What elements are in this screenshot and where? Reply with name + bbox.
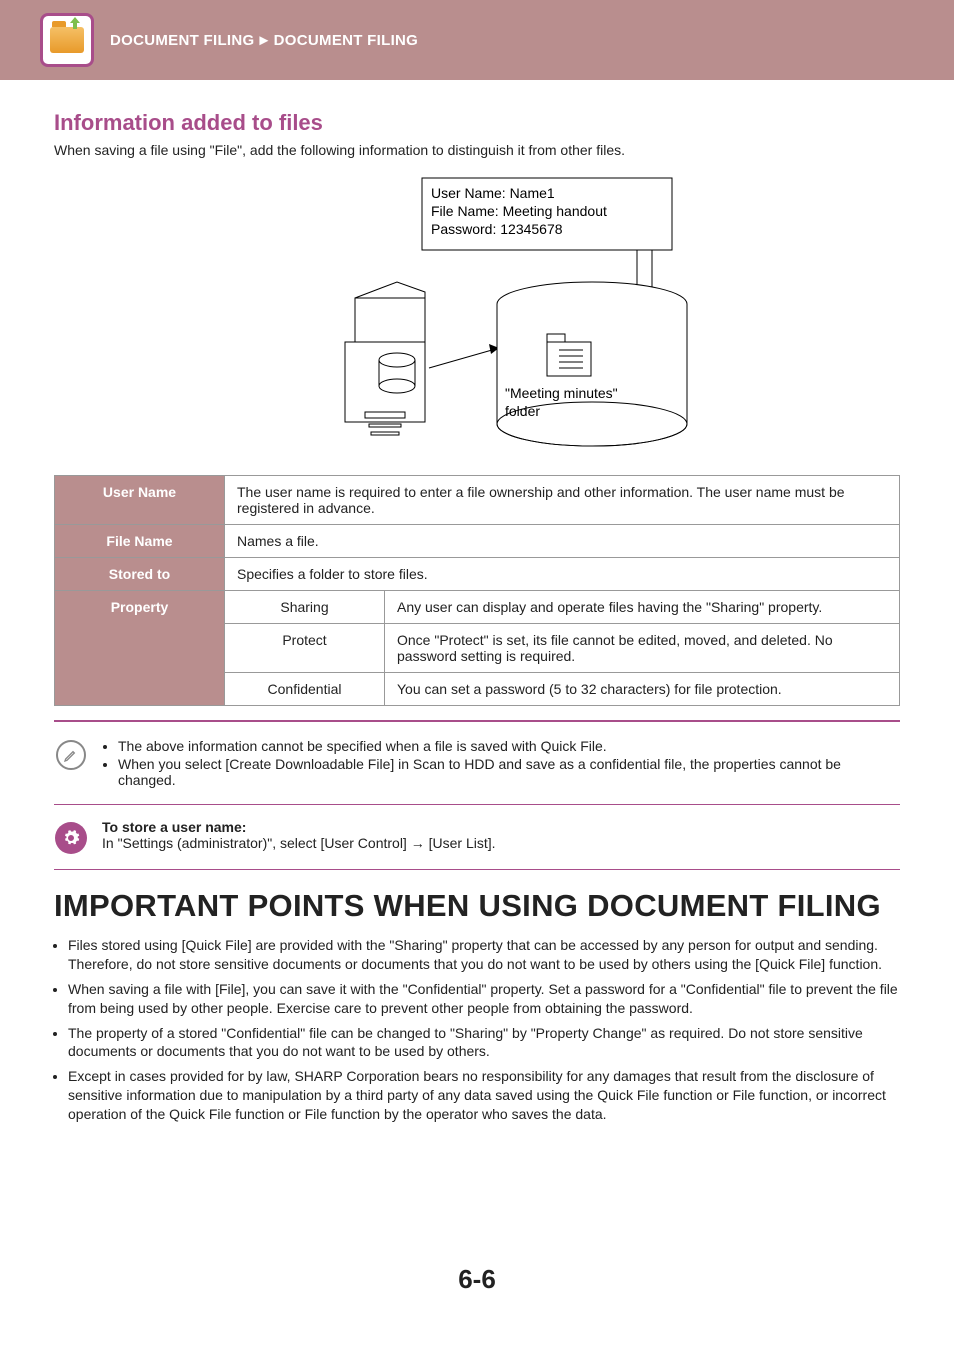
diagram: User Name: Name1 File Name: Meeting hand… <box>54 172 900 455</box>
breadcrumb-part-a[interactable]: DOCUMENT FILING <box>110 32 255 49</box>
note-bullet: When you select [Create Downloadable Fil… <box>118 756 900 788</box>
callout-line2: File Name: Meeting handout <box>431 203 607 219</box>
diagram-svg: User Name: Name1 File Name: Meeting hand… <box>197 172 757 452</box>
property-desc: You can set a password (5 to 32 characte… <box>385 673 900 706</box>
breadcrumb-arrow: ► <box>257 32 272 49</box>
property-sub: Confidential <box>225 673 385 706</box>
important-points-list: Files stored using [Quick File] are prov… <box>54 936 900 1124</box>
row-label: User Name <box>55 476 225 525</box>
row-label: File Name <box>55 525 225 558</box>
important-heading: IMPORTANT POINTS WHEN USING DOCUMENT FIL… <box>54 888 900 924</box>
folder-upload-icon <box>40 13 94 67</box>
callout-line3: Password: 12345678 <box>431 221 563 237</box>
gear-icon <box>54 821 88 855</box>
note-block: The above information cannot be specifie… <box>54 736 900 790</box>
page-content: Information added to files When saving a… <box>0 80 954 1335</box>
list-item: Except in cases provided for by law, SHA… <box>68 1067 900 1124</box>
row-label: Stored to <box>55 558 225 591</box>
header-bar: DOCUMENT FILING►DOCUMENT FILING <box>0 0 954 80</box>
section-heading: Information added to files <box>54 110 900 136</box>
property-sub: Sharing <box>225 591 385 624</box>
settings-note-title: To store a user name: <box>102 819 900 835</box>
list-item: The property of a stored "Confidential" … <box>68 1024 900 1062</box>
row-desc: Specifies a folder to store files. <box>225 558 900 591</box>
page-number: 6-6 <box>54 1264 900 1295</box>
info-table: User Name The user name is required to e… <box>54 475 900 706</box>
settings-note-block: To store a user name: In "Settings (admi… <box>54 819 900 855</box>
pen-note-icon <box>54 738 88 772</box>
breadcrumb: DOCUMENT FILING►DOCUMENT FILING <box>110 32 418 49</box>
row-desc: Names a file. <box>225 525 900 558</box>
breadcrumb-part-b[interactable]: DOCUMENT FILING <box>274 32 419 49</box>
list-item: When saving a file with [File], you can … <box>68 980 900 1018</box>
table-row: File Name Names a file. <box>55 525 900 558</box>
settings-note-body: In "Settings (administrator)", select [U… <box>102 835 900 851</box>
folder-label-a: "Meeting minutes" <box>505 385 618 401</box>
property-desc: Once "Protect" is set, its file cannot b… <box>385 624 900 673</box>
intro-text: When saving a file using "File", add the… <box>54 142 900 158</box>
row-label: Property <box>55 591 225 706</box>
row-desc: The user name is required to enter a fil… <box>225 476 900 525</box>
printer-icon <box>345 282 425 435</box>
table-row: Stored to Specifies a folder to store fi… <box>55 558 900 591</box>
list-item: Files stored using [Quick File] are prov… <box>68 936 900 974</box>
property-desc: Any user can display and operate files h… <box>385 591 900 624</box>
property-sub: Protect <box>225 624 385 673</box>
folder-label-b: folder <box>505 403 540 419</box>
callout-line1: User Name: Name1 <box>431 185 555 201</box>
table-row: User Name The user name is required to e… <box>55 476 900 525</box>
note-bullet: The above information cannot be specifie… <box>118 738 900 754</box>
table-row: Property Sharing Any user can display an… <box>55 591 900 624</box>
storage-cylinder-icon <box>497 282 687 446</box>
